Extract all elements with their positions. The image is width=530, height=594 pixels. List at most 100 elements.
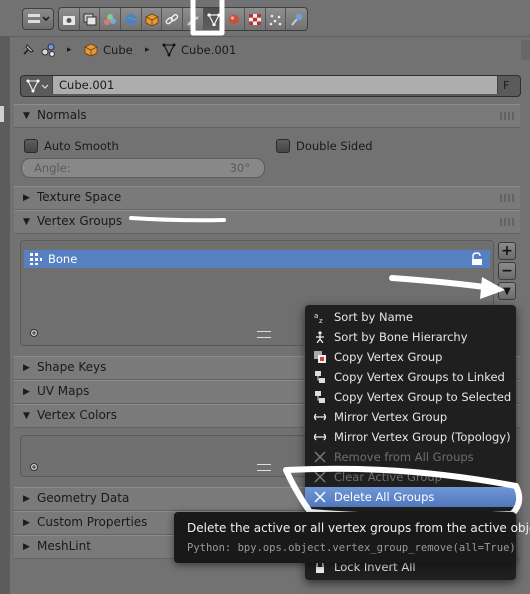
panel-title: Geometry Data xyxy=(37,491,130,505)
fake-user-button[interactable]: F xyxy=(503,79,509,92)
particles-icon xyxy=(269,14,281,25)
sort-alpha-icon: az xyxy=(314,312,323,323)
menu-item-sort-by-name[interactable]: az Sort by Name xyxy=(305,307,516,327)
auto-smooth-label: Auto Smooth xyxy=(44,139,119,153)
scene-data-icon xyxy=(40,42,58,58)
angle-field[interactable]: Angle: 30° xyxy=(21,158,265,178)
tooltip-text: Delete the active or all vertex groups f… xyxy=(187,521,530,535)
editor-type-icon xyxy=(28,14,50,23)
angle-label: Angle: xyxy=(34,161,71,175)
drag-grip-icon[interactable] xyxy=(500,218,514,226)
double-sided-checkbox[interactable] xyxy=(276,139,290,153)
menu-item-mirror-vertex-group-topology[interactable]: Mirror Vertex Group (Topology) xyxy=(305,427,516,447)
tab-texture[interactable] xyxy=(245,8,266,30)
panel-title: UV Maps xyxy=(37,384,90,398)
material-icon xyxy=(229,14,240,24)
panel-title: MeshLint xyxy=(37,539,91,553)
tooltip-python: Python: bpy.ops.object.vertex_group_remo… xyxy=(187,542,516,554)
object-cube-icon xyxy=(84,43,98,57)
menu-item-mirror-vertex-group[interactable]: Mirror Vertex Group xyxy=(305,407,516,427)
menu-item-copy-vertex-group[interactable]: Copy Vertex Group xyxy=(305,347,516,367)
breadcrumb-arrow-icon: ▸ xyxy=(145,45,150,55)
panel-title: Vertex Colors xyxy=(37,408,117,422)
tab-render-layers[interactable] xyxy=(80,8,101,30)
tab-scene[interactable] xyxy=(100,8,122,30)
breadcrumb-object: Cube xyxy=(84,42,133,58)
menu-item-copy-vertex-groups-to-linked[interactable]: Copy Vertex Groups to Linked xyxy=(305,367,516,387)
mesh-data-icon xyxy=(162,43,176,57)
vertex-group-icon xyxy=(30,253,42,265)
list-item-label: Bone xyxy=(48,252,78,266)
panel-normals-header[interactable]: ▼ Normals xyxy=(14,104,520,128)
bone-icon xyxy=(316,331,324,343)
list-item[interactable]: Bone xyxy=(24,250,490,268)
tab-render[interactable] xyxy=(59,8,80,30)
world-icon xyxy=(125,13,137,25)
panel-collapsed-icon: ▶ xyxy=(23,193,30,203)
mesh-data-icon xyxy=(26,79,49,93)
tab-constraints[interactable] xyxy=(162,8,184,30)
panel-collapsed-icon: ▶ xyxy=(23,542,30,552)
tab-object[interactable] xyxy=(142,8,163,30)
add-vertex-group-button[interactable]: + xyxy=(498,242,516,260)
lock-icon[interactable] xyxy=(470,252,484,266)
annotation-arrow xyxy=(389,275,505,299)
chain-icon xyxy=(165,13,179,24)
breadcrumb-arrow-icon: ▸ xyxy=(67,45,72,55)
tab-physics[interactable] xyxy=(286,8,307,30)
mirror-icon xyxy=(314,413,326,421)
tab-world[interactable] xyxy=(121,8,142,30)
breadcrumb-object-label: Cube xyxy=(103,43,133,57)
physics-icon xyxy=(290,13,302,26)
panel-title: Texture Space xyxy=(37,190,122,204)
angle-value: 30° xyxy=(229,161,250,175)
list-filter-icon[interactable] xyxy=(29,462,39,472)
texture-icon xyxy=(248,13,261,25)
svg-text:a: a xyxy=(314,312,318,320)
panel-expanded-icon: ▼ xyxy=(23,111,30,121)
breadcrumb-mesh: Cube.001 xyxy=(162,42,236,58)
editor-type-button[interactable] xyxy=(22,8,54,30)
panel-title: Custom Properties xyxy=(37,515,148,529)
drag-grip-icon[interactable] xyxy=(500,112,514,120)
mirror-icon xyxy=(314,433,326,441)
panel-collapsed-icon: ▶ xyxy=(23,494,30,504)
panel-expanded-icon: ▼ xyxy=(23,411,30,421)
scrollbar[interactable] xyxy=(521,40,530,60)
drag-grip-icon[interactable] xyxy=(500,194,514,202)
menu-item-copy-vertex-group-to-selected[interactable]: Copy Vertex Group to Selected xyxy=(305,387,516,407)
annotation-highlight-box xyxy=(190,0,225,36)
panel-collapsed-icon: ▶ xyxy=(23,387,30,397)
list-resize-grip[interactable] xyxy=(257,331,271,338)
link-icon xyxy=(315,371,325,383)
list-resize-grip[interactable] xyxy=(257,464,271,471)
camera-icon xyxy=(62,15,75,25)
scene-icon xyxy=(104,13,117,25)
panel-texture-space-header[interactable]: ▶ Texture Space xyxy=(14,186,520,210)
list-filter-icon[interactable] xyxy=(29,328,39,338)
panel-title: Vertex Groups xyxy=(37,214,123,228)
breadcrumb-mesh-label: Cube.001 xyxy=(181,43,237,57)
link-icon xyxy=(315,391,325,403)
left-tab-marker xyxy=(0,106,4,122)
panel-expanded-icon: ▼ xyxy=(23,217,30,227)
auto-smooth-checkbox[interactable] xyxy=(24,139,38,153)
panel-title: Normals xyxy=(37,108,87,122)
pin-icon[interactable] xyxy=(20,42,36,58)
panel-collapsed-icon: ▶ xyxy=(23,518,30,528)
menu-item-sort-by-bone-hierarchy[interactable]: Sort by Bone Hierarchy xyxy=(305,327,516,347)
double-sided-label: Double Sided xyxy=(296,139,373,153)
copy-icon xyxy=(314,351,326,363)
tab-material[interactable] xyxy=(224,8,246,30)
panel-vertex-groups-header[interactable]: ▼ Vertex Groups xyxy=(14,210,520,234)
object-cube-icon xyxy=(145,13,158,26)
datablock-name-text: Cube.001 xyxy=(59,78,115,92)
datablock-name-field[interactable]: Cube.001 xyxy=(52,76,498,94)
tooltip: Delete the active or all vertex groups f… xyxy=(174,512,530,563)
svg-text:z: z xyxy=(319,317,323,323)
panel-collapsed-icon: ▶ xyxy=(23,363,30,373)
annotation-underline xyxy=(129,216,226,223)
context-tabs xyxy=(58,7,308,31)
layers-icon xyxy=(83,13,96,25)
tab-particles[interactable] xyxy=(266,8,287,30)
